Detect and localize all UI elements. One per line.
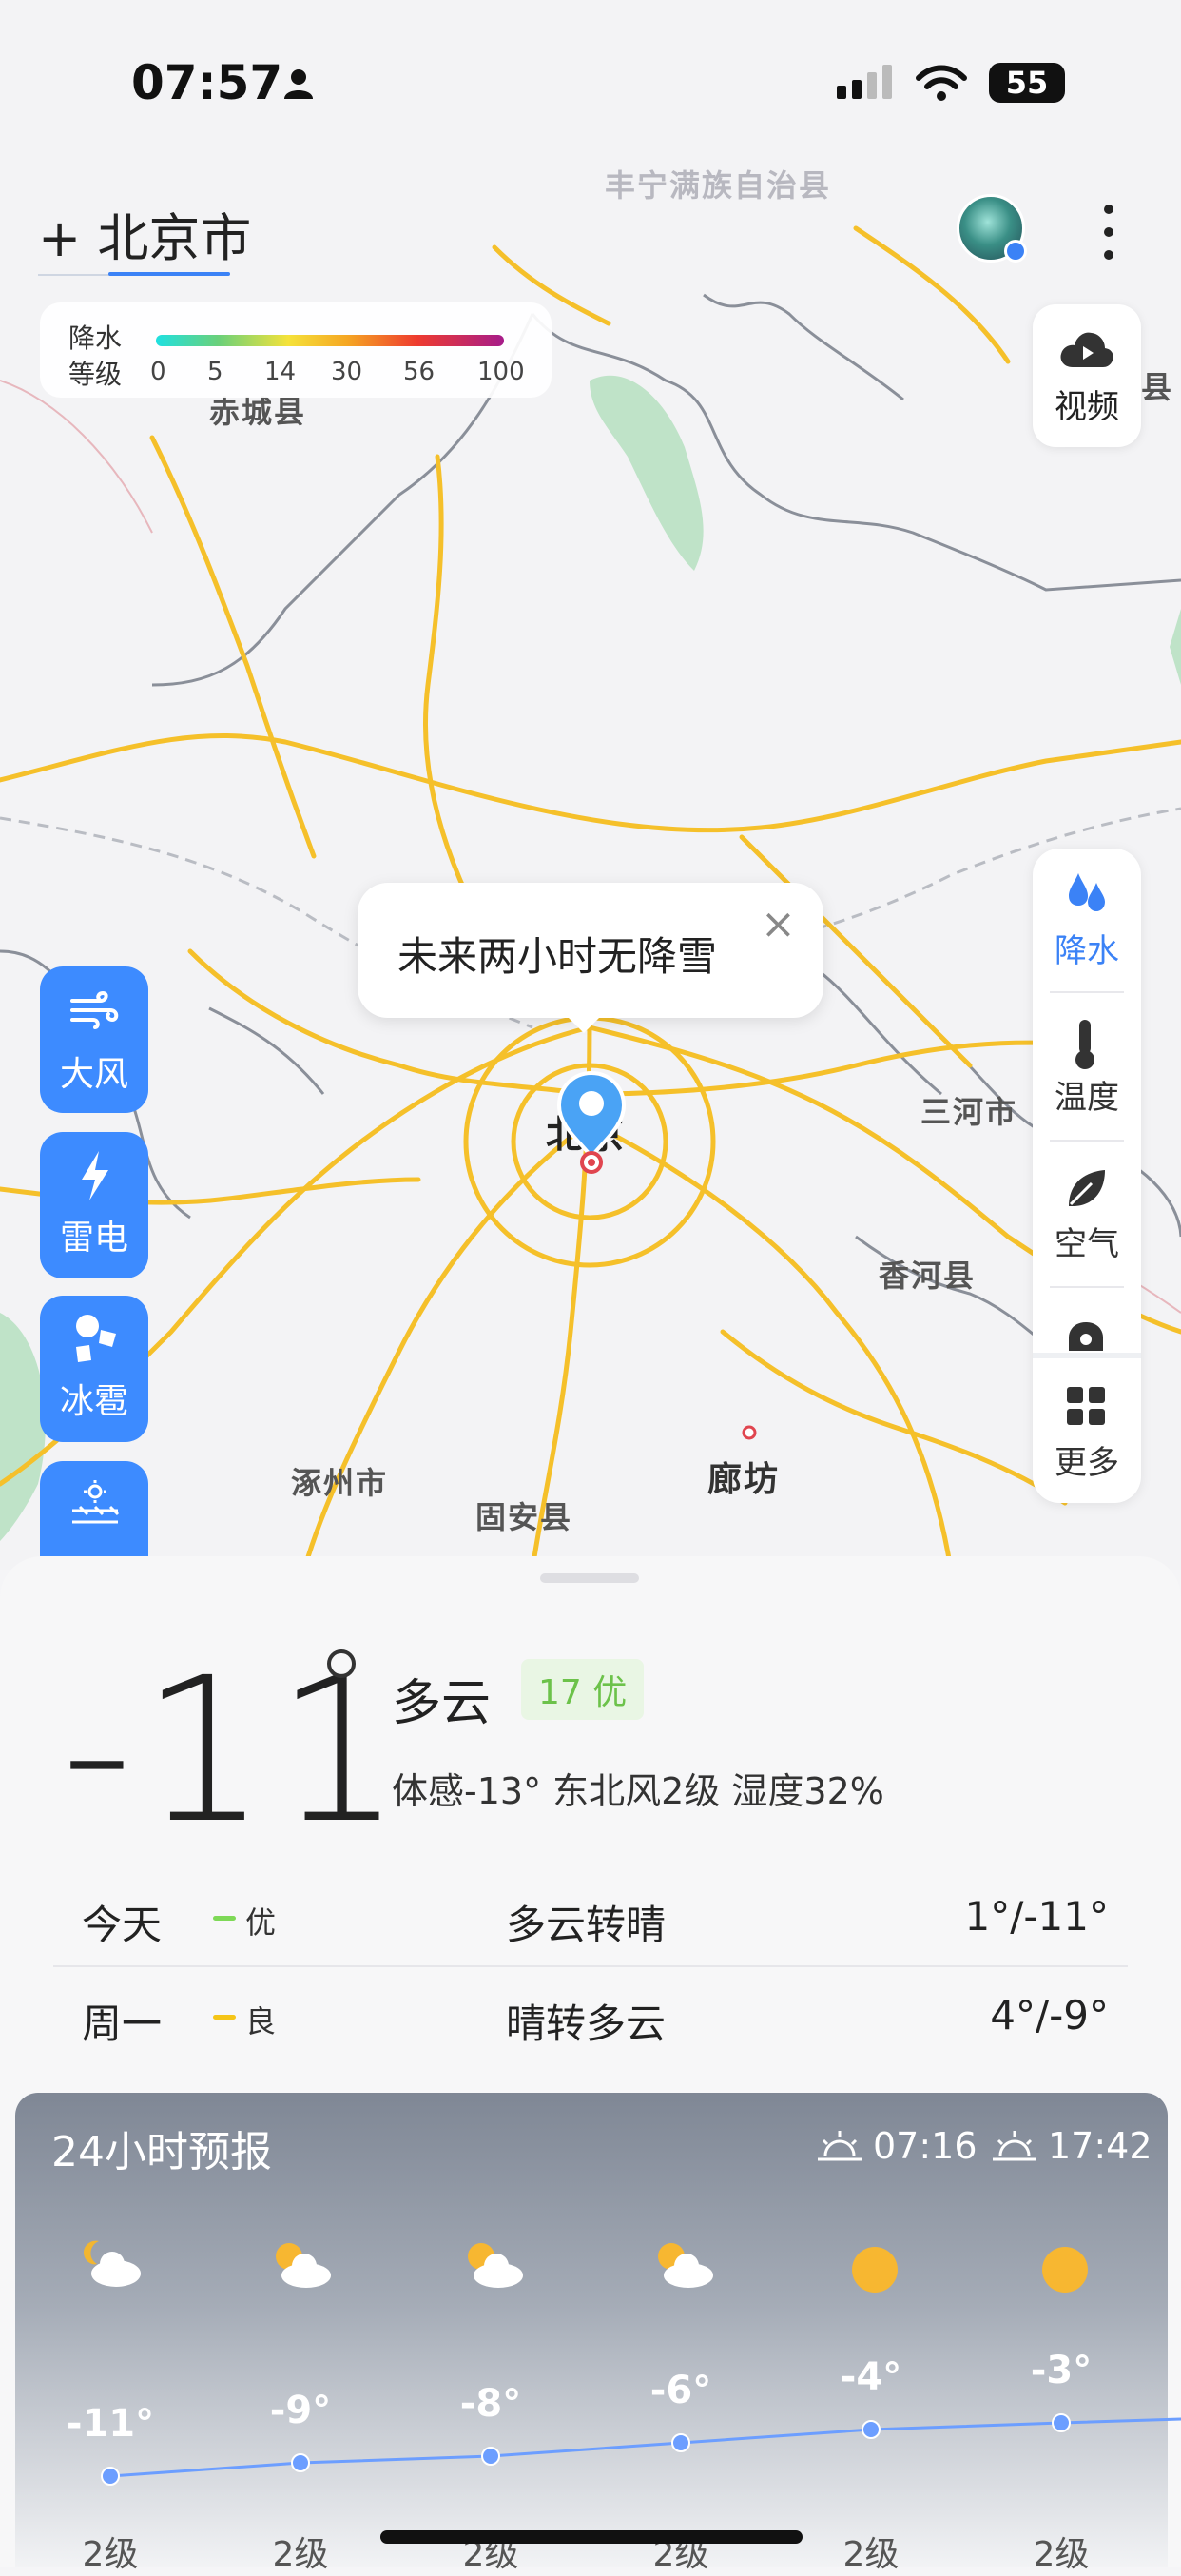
legend-tick: 56 [403, 358, 436, 386]
hail-label: 冰雹 [59, 1382, 128, 1421]
aqi-indicator [213, 1916, 236, 1921]
layer-divider [1050, 1286, 1124, 1288]
aqi-indicator [213, 2015, 236, 2020]
hourly-temp-label: -6° [649, 2369, 712, 2412]
hourly-temp-point [101, 2467, 120, 2486]
hourly-wind: 2级 [1033, 2535, 1090, 2574]
day-aqi: 优 [245, 1904, 277, 1941]
day-name: 周一 [82, 2000, 163, 2047]
hourly-temp-point [671, 2433, 690, 2452]
hourly-temp-point [1052, 2413, 1071, 2432]
map-label-guan: 固安县 [475, 1499, 573, 1535]
hourly-title: 24小时预报 [51, 2128, 272, 2176]
city-title[interactable]: + 北京市 [38, 196, 251, 271]
status-time: 07:57 [131, 55, 283, 110]
thermometer-icon [1075, 1020, 1094, 1069]
typhoon-icon [1069, 1322, 1103, 1351]
current-temperature: -11 [61, 1634, 410, 1867]
layer-scroll-divider [1033, 1353, 1141, 1358]
sunrise-time: 07:16 [873, 2125, 978, 2167]
cellular-signal-icon [837, 65, 892, 99]
row-divider [53, 1965, 1128, 1967]
day-condition: 晴转多云 [506, 2000, 667, 2047]
precipitation-drop-icon [1069, 873, 1105, 911]
legend-tick: 100 [477, 358, 525, 386]
map-label-xianghe: 香河县 [879, 1258, 977, 1294]
wifi-icon [916, 65, 967, 101]
popup-close-icon[interactable]: × [761, 900, 796, 948]
layer-temperature[interactable]: 温度 [1033, 1071, 1141, 1118]
location-pin-icon[interactable] [555, 1069, 628, 1180]
day-name: 今天 [82, 1902, 163, 1948]
layer-air[interactable]: 空气 [1033, 1218, 1141, 1264]
legend-color-scale [156, 335, 504, 346]
person-icon [284, 69, 313, 99]
hourly-temp-point [481, 2447, 500, 2466]
popup-pointer [563, 1012, 605, 1033]
sunset-icon [993, 2131, 1036, 2161]
leaf-icon [1069, 1170, 1105, 1206]
map-label-fengning: 丰宁满族自治县 [605, 167, 832, 204]
legend-tick: 30 [331, 358, 363, 386]
cloud-play-icon [1060, 332, 1113, 367]
frost-icon [72, 1480, 120, 1524]
wind-icon [70, 990, 119, 1029]
current-condition: 多云 [392, 1675, 492, 1732]
hourly-temp-point [291, 2453, 310, 2472]
legend-title-line1: 降水 [68, 322, 123, 354]
video-label: 视频 [1055, 388, 1119, 426]
hourly-temp-label: -8° [459, 2382, 522, 2426]
hourly-temp-label: -3° [1030, 2349, 1093, 2392]
day-aqi: 良 [245, 2003, 277, 2039]
degree-symbol [327, 1649, 356, 1678]
strong-wind-label: 大风 [59, 1055, 128, 1094]
day-condition: 多云转晴 [506, 1902, 667, 1948]
sheet-drag-handle[interactable] [540, 1573, 639, 1583]
more-options-icon[interactable] [1103, 204, 1114, 261]
hourly-temp-label: -9° [269, 2389, 332, 2432]
hourly-wind: 2级 [82, 2535, 139, 2574]
map-label-sanhe: 三河市 [920, 1094, 1018, 1130]
layer-more[interactable]: 更多 [1033, 1436, 1141, 1483]
hourly-temp-label: -11° [66, 2402, 155, 2446]
sunset-time: 17:42 [1048, 2125, 1152, 2167]
legend-tick: 5 [207, 358, 223, 386]
layer-precipitation[interactable]: 降水 [1033, 925, 1141, 971]
home-indicator[interactable] [380, 2530, 803, 2544]
popup-text: 未来两小时无降雪 [397, 933, 718, 980]
layer-divider [1050, 991, 1124, 993]
hourly-temp-label: -4° [840, 2355, 902, 2399]
map-label-langfang: 廊坊 [707, 1460, 781, 1499]
grid-more-icon [1067, 1387, 1105, 1425]
current-details: 体感-13° 东北风2级 湿度32% [392, 1770, 884, 1812]
legend-title-line2: 等级 [68, 359, 123, 390]
hail-icon [76, 1315, 116, 1362]
langfang-marker-icon [742, 1425, 757, 1440]
thunder-label: 雷电 [59, 1219, 128, 1258]
aqi-badge[interactable]: 17 优 [521, 1659, 645, 1720]
layer-divider [1050, 1140, 1124, 1142]
avatar-status-dot [1004, 240, 1027, 263]
day-temp-range: 4°/-9° [990, 1992, 1109, 2039]
legend-tick: 0 [150, 358, 166, 386]
legend-tick: 14 [264, 358, 297, 386]
battery-indicator: 55 [989, 63, 1065, 103]
hourly-wind: 2级 [272, 2535, 329, 2574]
map-label-zhuozhou: 涿州市 [291, 1465, 389, 1501]
hourly-wind: 2级 [842, 2535, 900, 2574]
hourly-temp-point [862, 2420, 881, 2439]
map-label-edge-county: 县 [1141, 369, 1174, 405]
sunrise-icon [818, 2131, 862, 2161]
lightning-icon [82, 1151, 108, 1200]
city-tab-indicator [108, 272, 230, 276]
day-temp-range: 1°/-11° [964, 1893, 1109, 1940]
